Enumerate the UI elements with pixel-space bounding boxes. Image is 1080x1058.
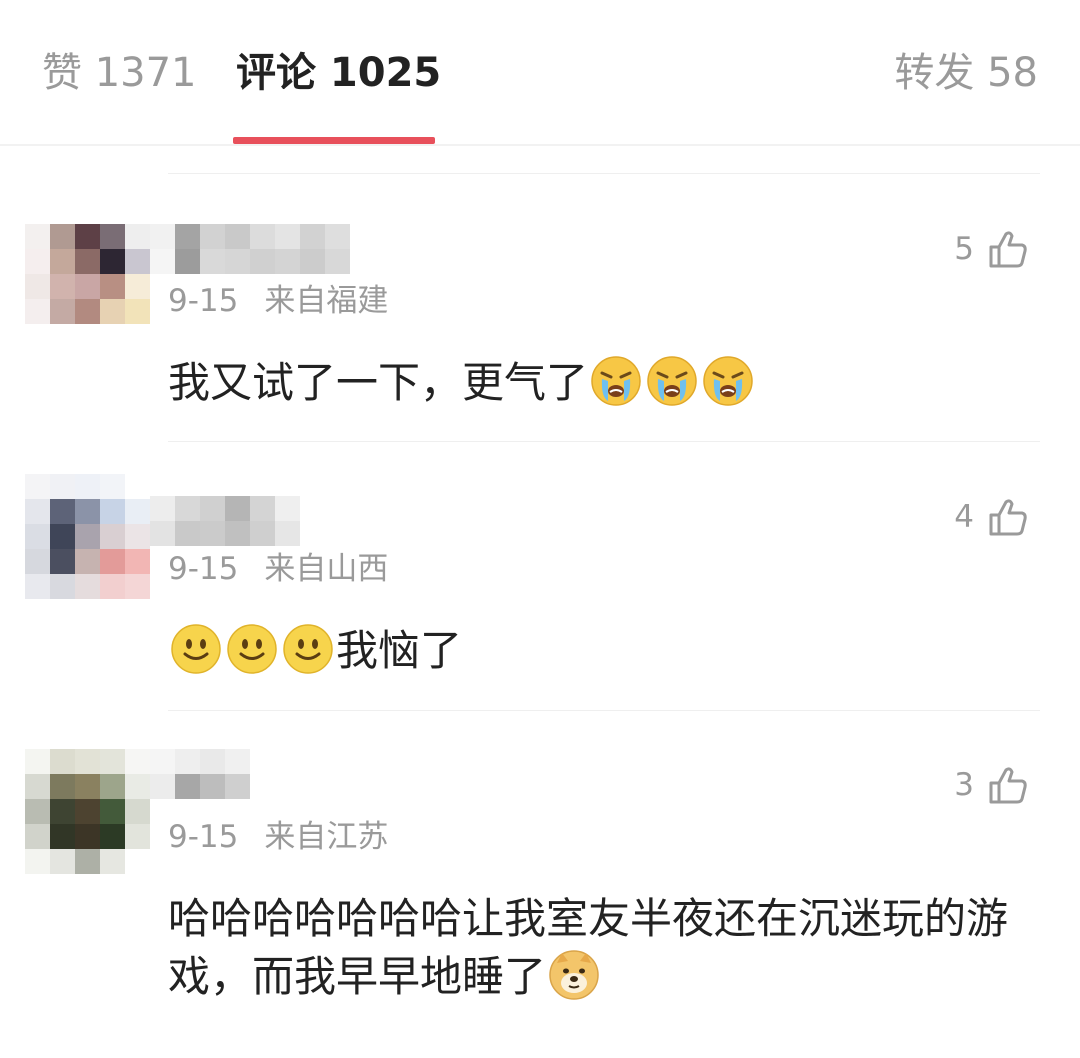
smiley-face-emoji <box>283 624 333 674</box>
comment-date: 9-15 <box>168 551 239 587</box>
like-count: 4 <box>954 499 974 535</box>
comment-meta: 9-15 来自福建 <box>168 281 388 321</box>
comment-body: 我又试了一下，更气了 <box>168 358 589 407</box>
comment-meta: 9-15 来自江苏 <box>168 817 388 857</box>
tab-bar: 赞 1371 评论 1025 转发 58 <box>0 0 1080 146</box>
comment-location: 来自山西 <box>264 551 389 587</box>
avatar[interactable] <box>25 474 150 599</box>
username-blurred[interactable] <box>150 749 250 799</box>
thumbs-up-icon <box>989 767 1027 804</box>
like-count: 3 <box>954 767 974 803</box>
comment-text: 我又试了一下，更气了 <box>168 354 1040 412</box>
crying-face-emoji <box>591 356 641 406</box>
username-blurred[interactable] <box>150 496 300 546</box>
crying-face-emoji <box>647 356 697 406</box>
like-count: 5 <box>954 231 974 267</box>
username-blurred[interactable] <box>150 224 350 274</box>
list-top-divider <box>168 173 1040 174</box>
thumbs-up-icon <box>989 499 1027 536</box>
smiley-face-emoji <box>227 624 277 674</box>
doge-emoji <box>549 950 599 1000</box>
tab-comments[interactable]: 评论 1025 <box>236 45 441 101</box>
avatar[interactable] <box>25 749 150 874</box>
comment-divider <box>168 710 1040 711</box>
active-tab-indicator <box>233 137 435 144</box>
comment-meta: 9-15 来自山西 <box>168 549 388 589</box>
crying-face-emoji <box>703 356 753 406</box>
comment-text: 哈哈哈哈哈哈哈让我室友半夜还在沉迷玩的游戏，而我早早地睡了 <box>168 890 1040 1006</box>
smiley-face-emoji <box>171 624 221 674</box>
comment-location: 来自江苏 <box>264 819 389 855</box>
avatar[interactable] <box>25 224 150 349</box>
comment-divider <box>168 441 1040 442</box>
tab-reposts[interactable]: 转发 58 <box>894 45 1038 101</box>
comment-text: 我恼了 <box>168 622 1040 680</box>
comment-date: 9-15 <box>168 819 239 855</box>
like-button[interactable]: 3 <box>954 763 1028 807</box>
comment-date: 9-15 <box>168 283 239 319</box>
comment-body: 我恼了 <box>336 626 463 675</box>
thumbs-up-icon <box>989 231 1027 268</box>
tab-likes[interactable]: 赞 1371 <box>42 45 197 101</box>
comment-location: 来自福建 <box>264 283 389 319</box>
like-button[interactable]: 4 <box>954 495 1028 539</box>
like-button[interactable]: 5 <box>954 227 1028 271</box>
